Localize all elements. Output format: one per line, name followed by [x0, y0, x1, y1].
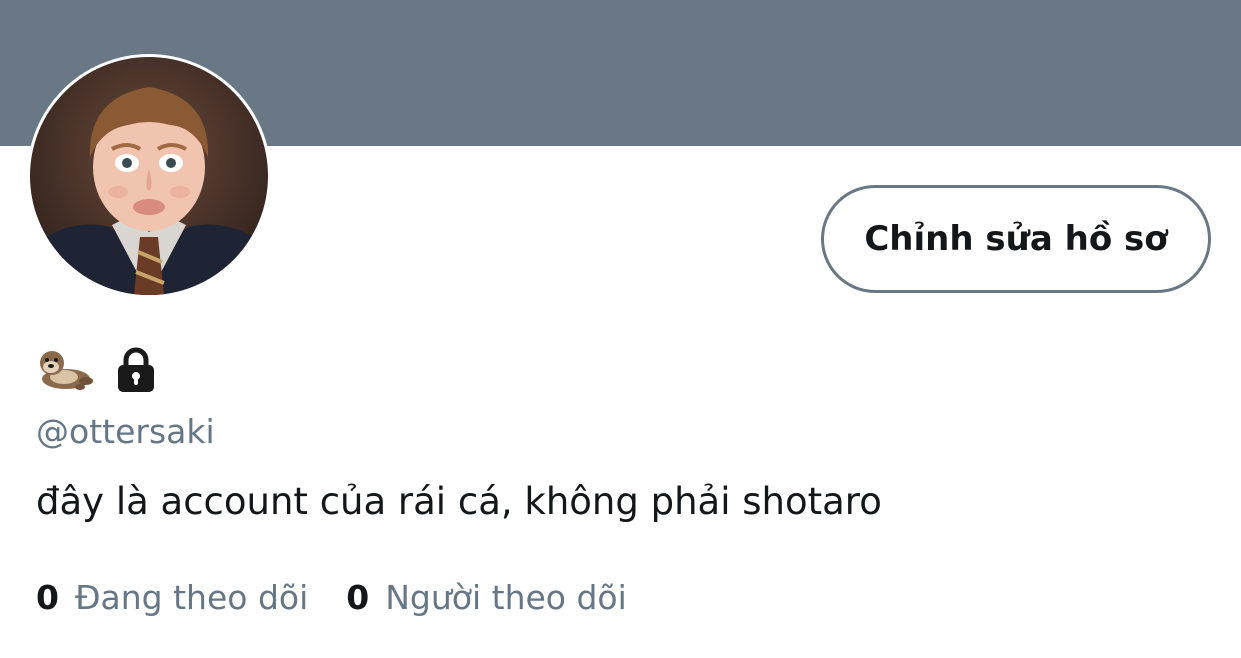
- avatar-photo: [30, 57, 268, 295]
- display-name: [36, 342, 160, 398]
- avatar[interactable]: [27, 54, 271, 298]
- followers-link[interactable]: 0 Người theo dõi: [346, 578, 627, 617]
- followers-label: Người theo dõi: [385, 578, 627, 617]
- following-label: Đang theo dõi: [74, 578, 309, 617]
- profile-handle: @ottersaki: [36, 412, 215, 451]
- edit-profile-button[interactable]: Chỉnh sửa hồ sơ: [821, 185, 1211, 293]
- profile-stats: 0 Đang theo dõi 0 Người theo dõi: [36, 578, 627, 617]
- followers-count: 0: [346, 578, 370, 617]
- following-link[interactable]: 0 Đang theo dõi: [36, 578, 308, 617]
- otter-icon: [36, 347, 94, 393]
- profile-page: Chỉnh sửa hồ sơ @ottersaki đây là accoun…: [0, 0, 1241, 658]
- lock-icon: [112, 346, 160, 394]
- profile-bio: đây là account của rái cá, không phải sh…: [36, 480, 882, 523]
- following-count: 0: [36, 578, 59, 617]
